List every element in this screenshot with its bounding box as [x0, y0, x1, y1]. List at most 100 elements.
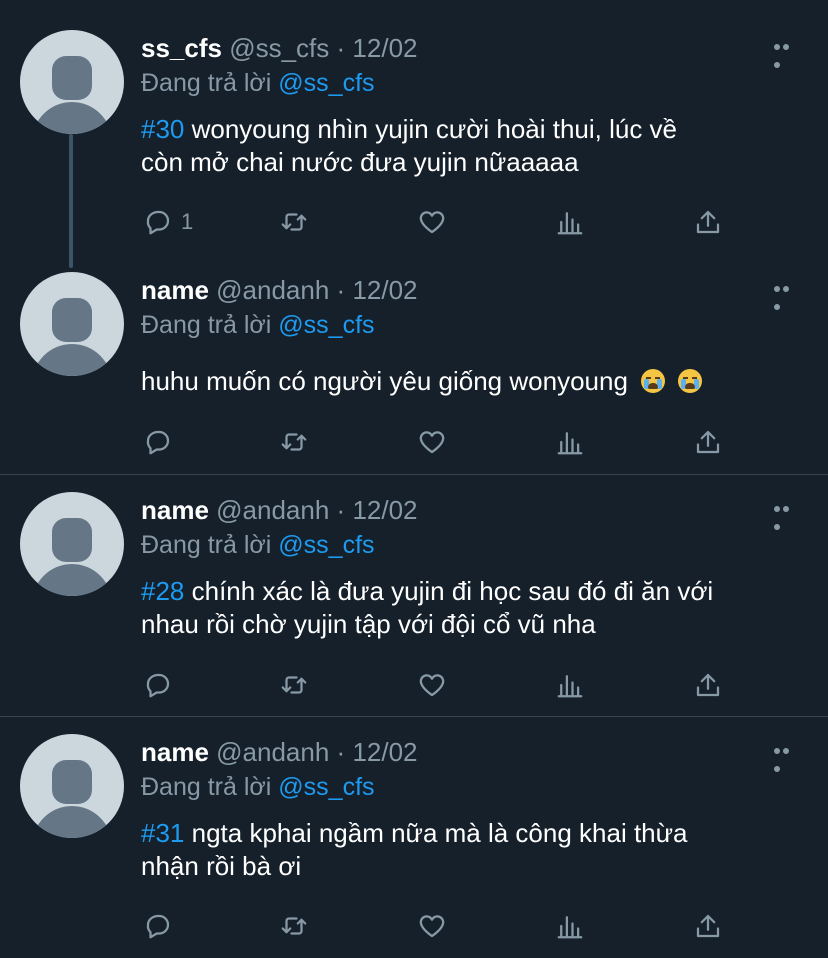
- tweet-divider: [0, 474, 828, 475]
- share-icon: [696, 914, 720, 938]
- tweet-date[interactable]: 12/02: [352, 33, 417, 63]
- tweet-text: huhu muốn có người yêu giống wonyoung: [141, 365, 801, 398]
- analytics-icon: [557, 432, 583, 455]
- reply-prefix: Đang trả lời: [141, 311, 272, 339]
- retweet-button[interactable]: [279, 909, 309, 943]
- author-name[interactable]: name: [141, 495, 209, 525]
- analytics-button[interactable]: [555, 668, 585, 702]
- avatar[interactable]: [20, 30, 124, 134]
- author-name[interactable]: name: [141, 275, 209, 305]
- reply-prefix: Đang trả lời: [141, 773, 272, 801]
- tweet-date[interactable]: 12/02: [352, 737, 417, 767]
- reply-icon: [146, 430, 170, 455]
- text-line-2: nhận rồi bà ơi: [141, 851, 302, 881]
- action-bar: [141, 909, 741, 943]
- retweet-button[interactable]: [279, 205, 309, 239]
- text-line-1: wonyoung nhìn yujin cười hoài thui, lúc …: [184, 114, 678, 144]
- share-icon: [696, 673, 720, 697]
- tweet-date[interactable]: 12/02: [352, 495, 417, 525]
- separator: ·: [336, 495, 346, 525]
- retweet-button[interactable]: [279, 425, 309, 459]
- separator: ·: [336, 737, 346, 767]
- reply-mention[interactable]: @ss_cfs: [278, 531, 374, 559]
- reply-button[interactable]: [143, 909, 173, 943]
- like-icon: [419, 915, 445, 938]
- more-icon[interactable]: [774, 286, 800, 310]
- like-button[interactable]: [417, 425, 447, 459]
- separator: ·: [336, 33, 346, 63]
- tweet-text: #30 wonyoung nhìn yujin cười hoài thui, …: [141, 113, 801, 179]
- text-line-1: ngta kphai ngầm nữa mà là công khai thừa: [184, 818, 688, 848]
- author-name[interactable]: name: [141, 737, 209, 767]
- retweet-icon: [281, 917, 307, 935]
- share-button[interactable]: [693, 909, 723, 943]
- share-button[interactable]: [693, 425, 723, 459]
- loudly-crying-face-emoji: [678, 369, 703, 393]
- reply-icon: [146, 914, 170, 939]
- like-button[interactable]: [417, 668, 447, 702]
- more-icon[interactable]: [774, 506, 800, 530]
- reply-button[interactable]: 1: [143, 205, 193, 239]
- retweet-icon: [281, 433, 307, 451]
- tweet-text: #28 chính xác là đưa yujin đi học sau đó…: [141, 575, 801, 641]
- reply-count: 1: [181, 209, 194, 234]
- analytics-button[interactable]: [555, 909, 585, 943]
- tweet-header: ss_cfs @ss_cfs · 12/02: [141, 33, 418, 63]
- avatar[interactable]: [20, 272, 124, 376]
- avatar[interactable]: [20, 492, 124, 596]
- hashtag[interactable]: #31: [141, 818, 184, 848]
- retweet-button[interactable]: [279, 668, 309, 702]
- like-icon: [419, 211, 445, 234]
- text-line-1: chính xác là đưa yujin đi học sau đó đi …: [184, 576, 714, 606]
- share-icon: [696, 430, 720, 454]
- tweet-header: name @andanh · 12/02: [141, 275, 418, 305]
- reply-context: Đang trả lời @ss_cfs: [141, 772, 375, 802]
- reply-button[interactable]: [143, 425, 173, 459]
- action-bar: [141, 668, 741, 702]
- share-button[interactable]: [693, 205, 723, 239]
- reply-mention[interactable]: @ss_cfs: [278, 773, 374, 801]
- author-handle[interactable]: @andanh: [216, 275, 329, 305]
- like-icon: [419, 674, 445, 697]
- analytics-button[interactable]: [555, 425, 585, 459]
- retweet-icon: [281, 676, 307, 694]
- author-handle[interactable]: @ss_cfs: [229, 33, 329, 63]
- analytics-icon: [557, 916, 583, 939]
- analytics-button[interactable]: [555, 205, 585, 239]
- reply-mention[interactable]: @ss_cfs: [278, 311, 374, 339]
- text-line-1: huhu muốn có người yêu giống wonyoung: [141, 366, 628, 396]
- separator: ·: [336, 275, 346, 305]
- reply-icon: [146, 673, 170, 698]
- tweet-divider: [0, 716, 828, 717]
- reply-context: Đang trả lời @ss_cfs: [141, 530, 375, 560]
- reply-prefix: Đang trả lời: [141, 531, 272, 559]
- like-button[interactable]: [417, 205, 447, 239]
- reply-prefix: Đang trả lời: [141, 69, 272, 97]
- tweet-header: name @andanh · 12/02: [141, 495, 418, 525]
- share-button[interactable]: [693, 668, 723, 702]
- reply-icon: [146, 210, 170, 235]
- avatar[interactable]: [20, 734, 124, 838]
- action-bar: 1: [141, 205, 741, 239]
- reply-context: Đang trả lời @ss_cfs: [141, 310, 375, 340]
- like-icon: [419, 431, 445, 454]
- hashtag[interactable]: #30: [141, 114, 184, 144]
- loudly-crying-face-emoji: [641, 369, 666, 393]
- action-bar: [141, 425, 741, 459]
- author-handle[interactable]: @andanh: [216, 495, 329, 525]
- tweet-date[interactable]: 12/02: [352, 275, 417, 305]
- like-button[interactable]: [417, 909, 447, 943]
- more-icon[interactable]: [774, 748, 800, 772]
- analytics-icon: [557, 212, 583, 235]
- text-line-2: còn mở chai nước đưa yujin nữaaaaa: [141, 147, 579, 177]
- share-icon: [696, 210, 720, 234]
- author-name[interactable]: ss_cfs: [141, 33, 222, 63]
- tweet-text: #31 ngta kphai ngầm nữa mà là công khai …: [141, 817, 801, 883]
- hashtag[interactable]: #28: [141, 576, 184, 606]
- reply-context: Đang trả lời @ss_cfs: [141, 68, 375, 98]
- retweet-icon: [281, 213, 307, 231]
- reply-button[interactable]: [143, 668, 173, 702]
- author-handle[interactable]: @andanh: [216, 737, 329, 767]
- more-icon[interactable]: [774, 44, 800, 68]
- reply-mention[interactable]: @ss_cfs: [278, 69, 374, 97]
